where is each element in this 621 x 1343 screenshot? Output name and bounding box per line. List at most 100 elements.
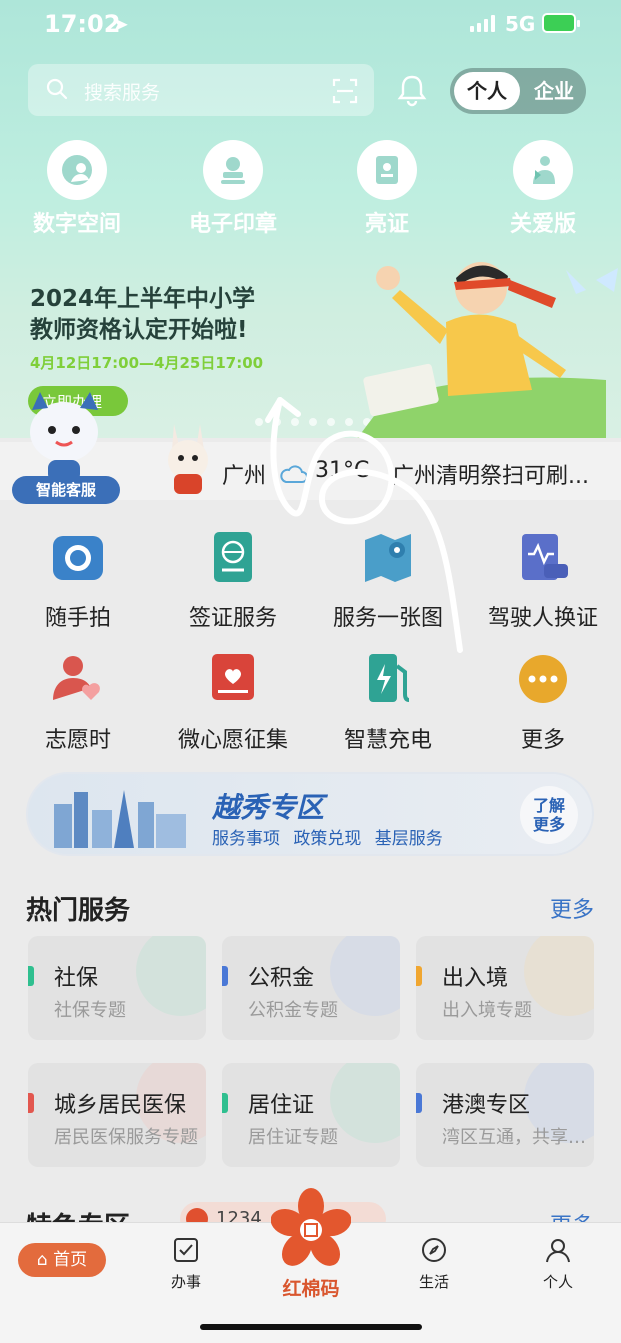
- card-subtitle: 湾区互通，共享服务: [442, 1127, 588, 1148]
- home-indicator: [200, 1324, 422, 1330]
- quick-entry-label: 电子印章: [188, 212, 277, 237]
- quick-entry-digital-space[interactable]: 数字空间: [2, 140, 152, 238]
- passport-icon: [214, 532, 252, 582]
- quick-entry-label: 关爱版: [509, 212, 576, 237]
- quick-entry-label: 亮证: [364, 212, 409, 237]
- hot-card-exit-entry[interactable]: 出入境 出入境专题: [416, 936, 594, 1040]
- quick-entry-care-mode[interactable]: 关爱版: [468, 140, 618, 238]
- scan-icon[interactable]: [332, 78, 358, 104]
- tab-me-label: 个人: [542, 1273, 573, 1291]
- promo-title-line: 教师资格认定开始啦!: [30, 317, 248, 343]
- service-volunteer[interactable]: 志愿时: [0, 650, 156, 754]
- assistant-mascot-icon: [30, 392, 98, 482]
- location-arrow-icon: ➤: [112, 12, 129, 36]
- hand-drawn-arrow-annotation: [265, 397, 463, 653]
- service-more[interactable]: 更多: [465, 650, 621, 754]
- tab-kapok-code[interactable]: 红棉码: [266, 1188, 356, 1301]
- battery-icon: [542, 13, 580, 33]
- card-subtitle: 居民医保服务专题: [54, 1127, 198, 1148]
- tab-me[interactable]: 个人: [518, 1237, 598, 1292]
- tab-affairs-label: 办事: [170, 1273, 201, 1291]
- hot-services-more-link[interactable]: 更多: [550, 892, 594, 924]
- city-skyline-illustration: [54, 790, 186, 848]
- card-subtitle: 公积金专题: [248, 1000, 338, 1021]
- card-subtitle: 社保专题: [54, 1000, 126, 1021]
- notification-bell-icon[interactable]: [394, 72, 430, 108]
- card-accent: [222, 1093, 228, 1113]
- tab-kapok-label: 红棉码: [282, 1278, 340, 1300]
- hot-card-hk-macao[interactable]: 港澳专区 湾区互通，共享服务: [416, 1063, 594, 1167]
- card-accent: [222, 966, 228, 986]
- rabbit-mascot-icon: [168, 424, 208, 494]
- card-accent: [28, 966, 34, 986]
- card-title: 居住证: [248, 1093, 315, 1118]
- quick-entry-show-certificate[interactable]: 亮证: [312, 140, 462, 238]
- status-time: 17:02: [44, 10, 121, 38]
- assistant-label: 智能客服: [12, 476, 120, 504]
- checkbox-affairs-icon: [174, 1238, 198, 1262]
- card-title: 港澳专区: [442, 1093, 531, 1118]
- network-type: 5G: [505, 12, 536, 36]
- tab-life-label: 生活: [418, 1273, 449, 1291]
- compass-icon: [422, 1238, 446, 1262]
- hot-card-medical-insurance[interactable]: 城乡居民医保 居民医保服务专题: [28, 1063, 206, 1167]
- card-accent: [28, 1093, 34, 1113]
- signal-icon: [470, 14, 495, 32]
- e-seal-icon: [221, 157, 245, 184]
- district-title: 越秀专区: [212, 791, 325, 824]
- learn-more-line: 了解: [532, 796, 565, 815]
- card-subtitle: 出入境专题: [442, 1000, 532, 1021]
- hot-services-title: 热门服务: [26, 896, 131, 926]
- card-title: 出入境: [442, 966, 509, 991]
- promo-title[interactable]: 2024年上半年中小学 教师资格认定开始啦!: [30, 284, 255, 346]
- hero-banner: 17:02 ➤ 5G 搜索服务 个人 企业 数字空间 电子印章 亮证 关爱版 2…: [0, 0, 621, 440]
- district-learn-more-button[interactable]: 了解 更多: [520, 786, 578, 844]
- kapok-flower-logo-icon: [270, 1188, 352, 1266]
- tab-home[interactable]: ⌂ 首页: [18, 1243, 106, 1277]
- quick-entry-label: 数字空间: [32, 212, 121, 237]
- card-accent: [416, 966, 422, 986]
- tab-affairs[interactable]: 办事: [146, 1237, 226, 1292]
- camera-icon: [53, 536, 103, 580]
- volunteer-icon: [53, 656, 100, 700]
- search-placeholder: 搜索服务: [84, 82, 161, 104]
- district-subtitle: 服务事项 政策兑现 基层服务: [212, 829, 443, 849]
- toggle-business[interactable]: 企业: [526, 72, 582, 110]
- smart-assistant[interactable]: 智能客服: [12, 390, 120, 506]
- service-smart-charging[interactable]: 智慧充电: [310, 650, 466, 754]
- service-snapshot[interactable]: 随手拍: [0, 528, 156, 632]
- hot-card-social-security[interactable]: 社保 社保专题: [28, 936, 206, 1040]
- card-subtitle: 居住证专题: [248, 1127, 338, 1148]
- user-icon: [546, 1239, 570, 1263]
- hot-card-residence-permit[interactable]: 居住证 居住证专题: [222, 1063, 400, 1167]
- toggle-personal[interactable]: 个人: [454, 72, 520, 110]
- quick-entry-e-seal[interactable]: 电子印章: [158, 140, 308, 238]
- service-driver-license[interactable]: 驾驶人换证: [465, 528, 621, 632]
- tab-home-label: 首页: [53, 1250, 88, 1270]
- driver-license-icon: [522, 534, 568, 580]
- search-input[interactable]: 搜索服务: [28, 64, 374, 116]
- service-label: 志愿时: [44, 728, 111, 753]
- more-dots-icon: [519, 655, 567, 703]
- card-title: 公积金: [248, 966, 315, 991]
- learn-more-line: 更多: [532, 815, 565, 834]
- promo-title-line: 2024年上半年中小学: [30, 286, 256, 312]
- promo-date-range: 4月12日17:00—4月25日17:00: [30, 354, 264, 372]
- card-accent: [416, 1093, 422, 1113]
- wish-icon: [212, 654, 254, 700]
- service-label: 微心愿征集: [177, 728, 288, 753]
- service-micro-wish[interactable]: 微心愿征集: [155, 650, 311, 754]
- home-icon: ⌂: [36, 1250, 48, 1270]
- care-mode-icon: [533, 156, 555, 184]
- district-banner[interactable]: 越秀专区 服务事项 政策兑现 基层服务 了解 更多: [26, 772, 594, 856]
- service-label: 驾驶人换证: [487, 606, 598, 631]
- digital-space-icon: [62, 155, 92, 185]
- service-label: 智慧充电: [343, 728, 432, 753]
- tab-life[interactable]: 生活: [394, 1237, 474, 1292]
- status-bar: 17:02 ➤ 5G: [0, 0, 621, 52]
- show-certificate-icon: [376, 156, 398, 184]
- service-label: 更多: [520, 728, 565, 753]
- hot-card-housing-fund[interactable]: 公积金 公积金专题: [222, 936, 400, 1040]
- card-title: 社保: [54, 966, 99, 991]
- account-type-toggle[interactable]: 个人 企业: [450, 68, 586, 114]
